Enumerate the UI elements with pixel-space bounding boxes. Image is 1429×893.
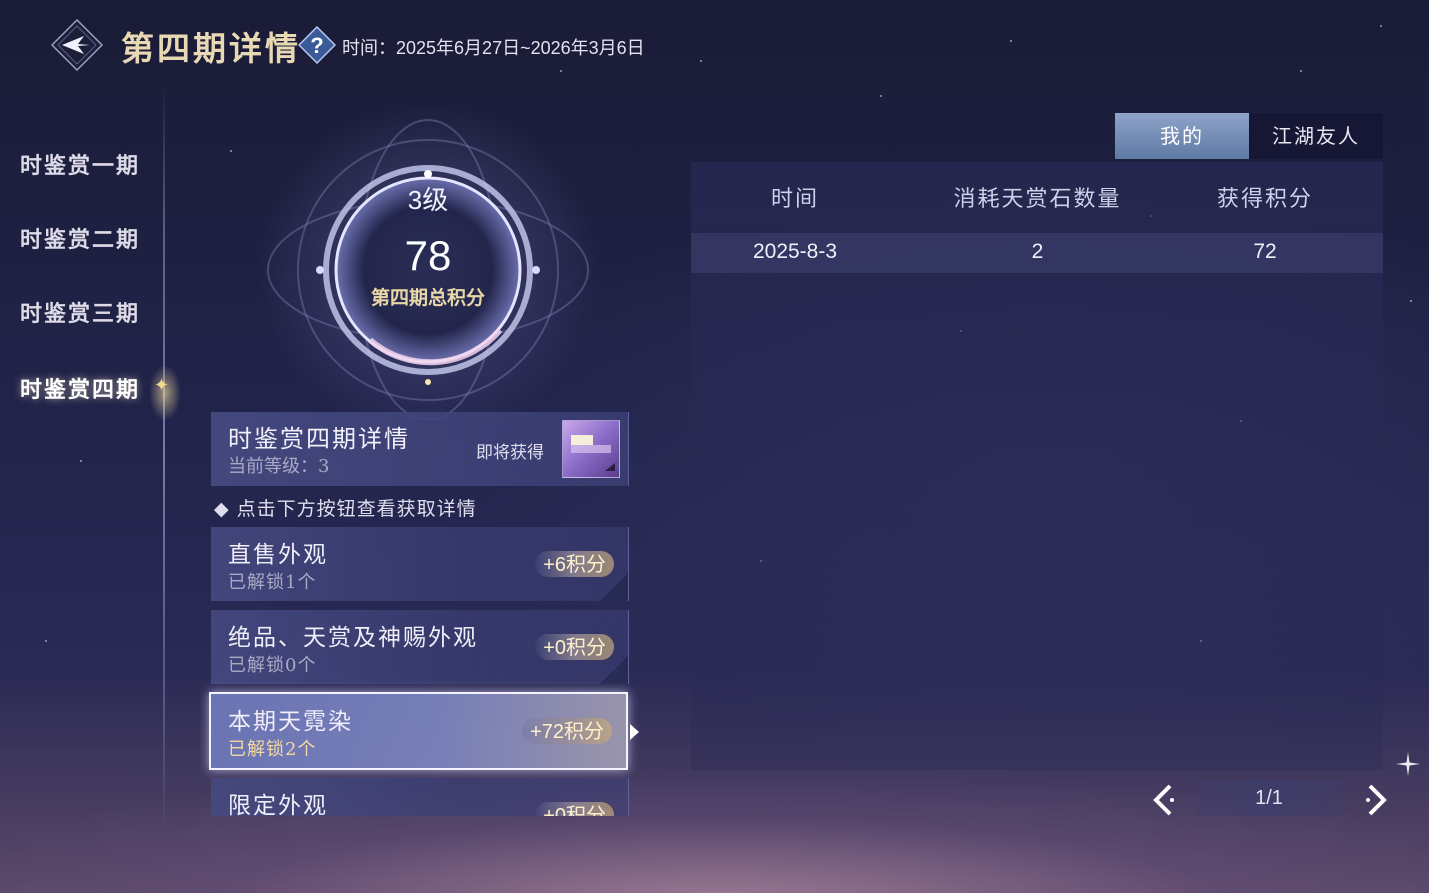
category-title: 本期天霓染: [228, 709, 353, 735]
category-unlocked: 已解锁2个: [228, 739, 317, 760]
active-marker-icon: ✦: [154, 375, 170, 396]
category-card-limited[interactable]: 限定外观 +0积分: [211, 778, 629, 816]
points-badge: +0积分: [535, 802, 614, 816]
category-title: 绝品、天赏及神赐外观: [228, 625, 478, 651]
points-badge: +72积分: [522, 718, 612, 744]
current-level: 当前等级：3: [228, 456, 330, 477]
cell-consumed: 2: [1031, 240, 1044, 263]
points-value: +6: [543, 554, 566, 576]
sidebar-divider: [163, 82, 165, 832]
card-corner: [600, 573, 628, 601]
tab-friends[interactable]: 江湖友人: [1249, 113, 1383, 159]
cell-time: 2025-8-3: [752, 240, 838, 263]
category-card-direct[interactable]: 直售外观 已解锁1个 +6积分: [211, 527, 629, 601]
sidebar-item-period-1[interactable]: 时鉴赏一期: [20, 148, 140, 180]
prev-page-button[interactable]: [1150, 783, 1180, 817]
sidebar-item-period-3[interactable]: 时鉴赏三期: [20, 296, 140, 328]
back-arrow-icon: [50, 18, 104, 72]
column-header-time: 时间: [770, 187, 819, 212]
back-button[interactable]: [50, 18, 104, 72]
category-title: 限定外观: [228, 793, 328, 816]
reward-thumbnail[interactable]: [562, 420, 620, 478]
category-card-dye[interactable]: 本期天霓染 已解锁2个 +72积分: [209, 692, 628, 770]
detail-title: 时鉴赏四期详情: [228, 425, 410, 453]
points-value: +0: [543, 637, 566, 659]
card-corner: [600, 656, 628, 684]
category-unlocked: 已解锁1个: [228, 572, 317, 593]
points-value: +72: [530, 721, 564, 743]
points-value: +0: [543, 805, 566, 816]
question-icon: ?: [298, 26, 336, 64]
page-indicator: 1/1: [1196, 780, 1342, 816]
chevron-left-icon: [1153, 784, 1174, 816]
points-unit: 积分: [564, 719, 604, 743]
period-time: 时间：2025年6月27日~2026年3月6日: [342, 38, 645, 58]
column-header-consumed: 消耗天赏石数量: [953, 187, 1122, 212]
column-header-points: 获得积分: [1216, 187, 1313, 212]
total-score-label: 第四期总积分: [370, 287, 485, 309]
tab-mine[interactable]: 我的: [1115, 113, 1249, 159]
category-list[interactable]: 直售外观 已解锁1个 +6积分 绝品、天赏及神赐外观 已解锁0个 +0积分 本期…: [200, 520, 645, 816]
points-unit: 积分: [566, 803, 606, 816]
sparkle-icon: [1396, 752, 1420, 776]
help-button[interactable]: ?: [298, 26, 336, 64]
hint-label: 点击下方按钮查看获取详情: [236, 498, 477, 520]
chevron-right-icon: [1366, 784, 1387, 816]
category-unlocked: 已解锁0个: [228, 655, 317, 676]
svg-text:?: ?: [310, 33, 323, 58]
category-card-premium[interactable]: 绝品、天赏及神赐外观 已解锁0个 +0积分: [211, 610, 629, 684]
sidebar-item-period-4[interactable]: 时鉴赏四期: [20, 372, 140, 404]
category-title: 直售外观: [228, 542, 328, 568]
soon-label: 即将获得: [476, 443, 544, 463]
level-label: 3级: [407, 185, 449, 215]
period-detail-card[interactable]: 时鉴赏四期详情 当前等级：3 即将获得: [211, 412, 629, 486]
sidebar-item-period-2[interactable]: 时鉴赏二期: [20, 222, 140, 254]
total-score: 78: [404, 232, 452, 279]
next-page-button[interactable]: [1360, 783, 1390, 817]
hint-text: ◆ 点击下方按钮查看获取详情: [214, 498, 477, 520]
cell-points: 72: [1253, 240, 1277, 263]
selected-pointer-icon: [630, 724, 639, 740]
reward-item-icon: [571, 435, 615, 471]
page-title: 第四期详情: [121, 29, 301, 68]
